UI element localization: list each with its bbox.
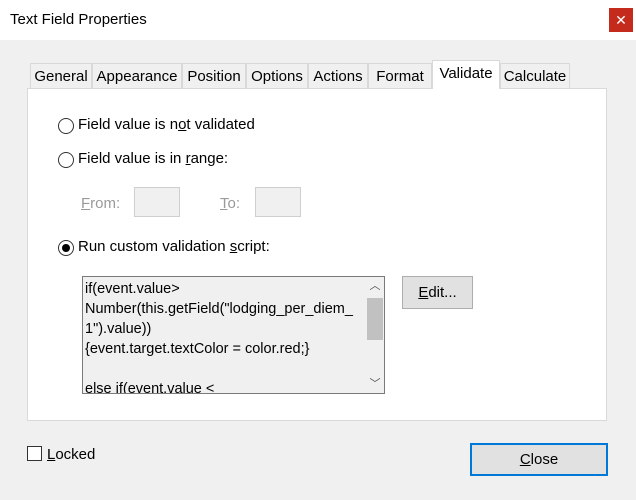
radio-not-validated-label: Field value is not validated: [78, 116, 255, 133]
chevron-down-icon[interactable]: ﹀: [366, 375, 384, 393]
radio-custom-script-label: Run custom validation script:: [78, 238, 270, 255]
tab-general[interactable]: General: [30, 63, 92, 88]
script-textarea[interactable]: if(event.value> Number(this.getField("lo…: [82, 276, 385, 394]
tab-appearance[interactable]: Appearance: [92, 63, 182, 88]
to-field: [255, 187, 301, 217]
title-bar: Text Field Properties ✕: [0, 0, 636, 40]
radio-button[interactable]: [58, 240, 74, 256]
tab-validate[interactable]: Validate: [432, 60, 500, 89]
tab-options[interactable]: Options: [246, 63, 308, 88]
script-text: if(event.value> Number(this.getField("lo…: [85, 281, 353, 394]
tab-position[interactable]: Position: [182, 63, 246, 88]
edit-button[interactable]: Edit...: [402, 276, 473, 309]
radio-button[interactable]: [58, 152, 74, 168]
close-button[interactable]: Close: [470, 443, 608, 476]
tab-actions[interactable]: Actions: [308, 63, 368, 88]
from-label: From:: [81, 195, 121, 212]
to-label: To:: [220, 195, 241, 212]
radio-button[interactable]: [58, 118, 74, 134]
radio-in-range-label: Field value is in range:: [78, 150, 229, 167]
from-field: [134, 187, 180, 217]
locked-checkbox[interactable]: [27, 446, 42, 461]
locked-label: Locked: [47, 446, 96, 463]
tab-format[interactable]: Format: [368, 63, 432, 88]
scroll-thumb[interactable]: [367, 298, 383, 340]
chevron-up-icon[interactable]: ︿: [366, 277, 384, 295]
close-icon[interactable]: ✕: [609, 8, 633, 32]
window-title: Text Field Properties: [10, 11, 147, 28]
vertical-scrollbar[interactable]: ︿ ﹀: [366, 277, 384, 393]
tab-calculate[interactable]: Calculate: [500, 63, 570, 88]
